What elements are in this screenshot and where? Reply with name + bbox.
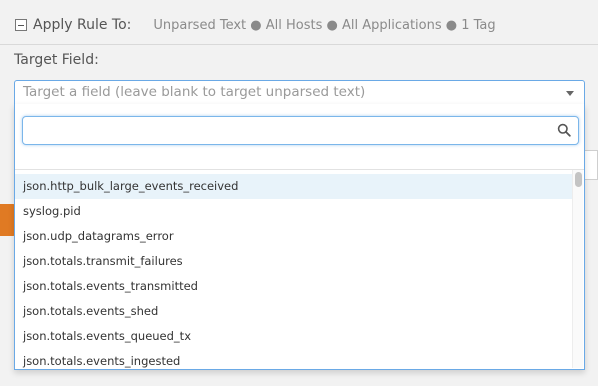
chevron-down-icon[interactable] <box>566 91 574 96</box>
background-orange-button <box>0 204 15 236</box>
scrollbar-thumb[interactable] <box>575 172 582 187</box>
dropdown-option[interactable]: json.totals.events_transmitted <box>15 274 573 299</box>
target-field-select[interactable]: Target a field (leave blank to target un… <box>14 80 585 105</box>
dropdown-results-list: json.http_bulk_large_events_received sys… <box>15 174 573 370</box>
dropdown-scrollbar[interactable] <box>572 170 583 368</box>
dropdown-search-box[interactable] <box>22 116 579 145</box>
target-field-placeholder: Target a field (leave blank to target un… <box>23 84 366 100</box>
header-divider <box>0 44 598 45</box>
dropdown-option[interactable]: json.http_bulk_large_events_received <box>15 174 573 199</box>
apply-rule-row: Apply Rule To: Unparsed Text ● All Hosts… <box>15 15 496 35</box>
dropdown-option[interactable]: json.totals.transmit_failures <box>15 249 573 274</box>
dropdown-option[interactable]: json.totals.events_queued_tx <box>15 324 573 349</box>
dropdown-option[interactable]: json.udp_datagrams_error <box>15 224 573 249</box>
apply-rule-summary: Unparsed Text ● All Hosts ● All Applicat… <box>153 17 496 33</box>
target-field-label: Target Field: <box>14 52 99 68</box>
background-input-edge <box>585 150 598 180</box>
target-field-dropdown: json.http_bulk_large_events_received sys… <box>14 104 585 370</box>
dropdown-option[interactable]: json.totals.events_ingested <box>15 349 573 370</box>
apply-rule-label[interactable]: Apply Rule To: <box>33 17 131 33</box>
dropdown-option[interactable]: syslog.pid <box>15 199 573 224</box>
dropdown-separator <box>15 169 584 170</box>
dropdown-search-input[interactable] <box>29 121 553 142</box>
search-icon <box>557 123 571 137</box>
collapse-toggle-icon[interactable] <box>15 19 27 31</box>
rule-editor-panel: Apply Rule To: Unparsed Text ● All Hosts… <box>0 0 598 386</box>
dropdown-option[interactable]: json.totals.events_shed <box>15 299 573 324</box>
